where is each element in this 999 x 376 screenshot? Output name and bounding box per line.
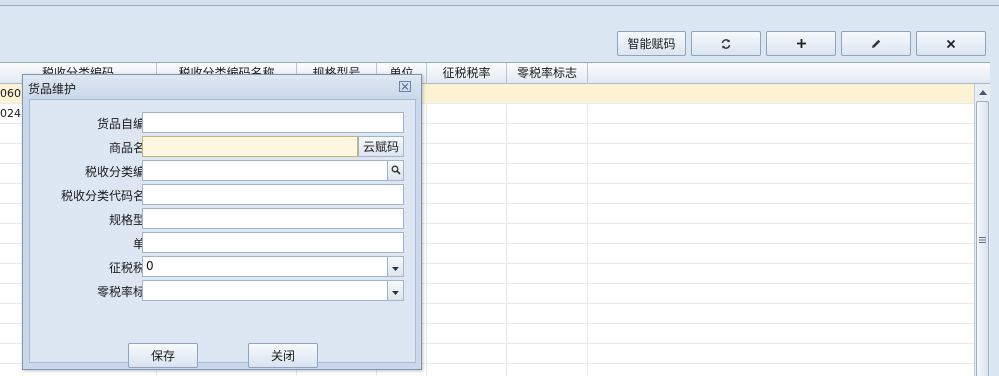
vertical-scrollbar[interactable]: [974, 84, 990, 376]
form-row-tax-name: 税收分类代码名称: [30, 184, 417, 206]
scroll-thumb[interactable]: [976, 101, 989, 376]
delete-button[interactable]: [916, 31, 986, 56]
form-row-spec: 规格型号: [30, 208, 417, 230]
spec-input[interactable]: [142, 208, 404, 229]
save-button[interactable]: 保存: [128, 343, 198, 368]
zero-rate-select[interactable]: [142, 280, 388, 301]
plus-icon: [796, 38, 807, 49]
tax-name-input[interactable]: [142, 184, 404, 205]
refresh-button[interactable]: [691, 31, 761, 56]
form-row-self-code: 货品自编码: [30, 112, 417, 134]
search-icon: [391, 164, 401, 178]
unit-input[interactable]: [142, 232, 404, 253]
tax-code-input[interactable]: [142, 160, 388, 181]
smart-code-button[interactable]: 智能赋码: [617, 31, 686, 56]
dialog-close-icon[interactable]: [399, 81, 411, 92]
self-code-input[interactable]: [142, 112, 404, 133]
refresh-icon: [720, 38, 732, 50]
goods-maintenance-dialog: 货品维护 货品自编码 商品名称 云赋码 税收分类编码 税收分类代码名称 规格型号…: [22, 74, 422, 370]
chevron-down-icon: [392, 284, 399, 298]
chevron-down-icon: [392, 260, 399, 274]
zero-rate-dropdown-button[interactable]: [387, 280, 404, 301]
tax-rate-select[interactable]: 0: [142, 256, 388, 277]
pencil-icon: [870, 38, 882, 50]
product-name-input[interactable]: [142, 136, 358, 157]
toolbar: 智能赋码: [0, 31, 999, 57]
tax-code-search-button[interactable]: [387, 160, 404, 181]
close-button[interactable]: 关闭: [248, 343, 318, 368]
grip-icon: [979, 232, 986, 246]
tax-rate-dropdown-button[interactable]: [387, 256, 404, 277]
close-icon: [946, 39, 956, 49]
dialog-titlebar[interactable]: 货品维护: [23, 75, 421, 99]
form-row-zero-rate: 零税率标志: [30, 280, 417, 302]
form-row-unit: 单位: [30, 232, 417, 254]
column-header-tax-rate[interactable]: 征税税率: [427, 63, 507, 84]
dialog-title: 货品维护: [28, 82, 77, 96]
add-button[interactable]: [766, 31, 836, 56]
dialog-form: 货品自编码 商品名称 云赋码 税收分类编码 税收分类代码名称 规格型号 征税税率…: [29, 99, 417, 368]
window-top-strip: [0, 0, 999, 6]
column-header-zero-rate[interactable]: 零税率标志: [507, 63, 588, 84]
cloud-code-button[interactable]: 云赋码: [358, 136, 404, 157]
form-row-tax-code: 税收分类编码: [30, 160, 417, 182]
form-row-product-name: 商品名称 云赋码: [30, 136, 417, 158]
scroll-up-arrow-icon[interactable]: [975, 84, 990, 100]
form-row-tax-rate: 征税税率 0: [30, 256, 417, 278]
edit-button[interactable]: [841, 31, 911, 56]
